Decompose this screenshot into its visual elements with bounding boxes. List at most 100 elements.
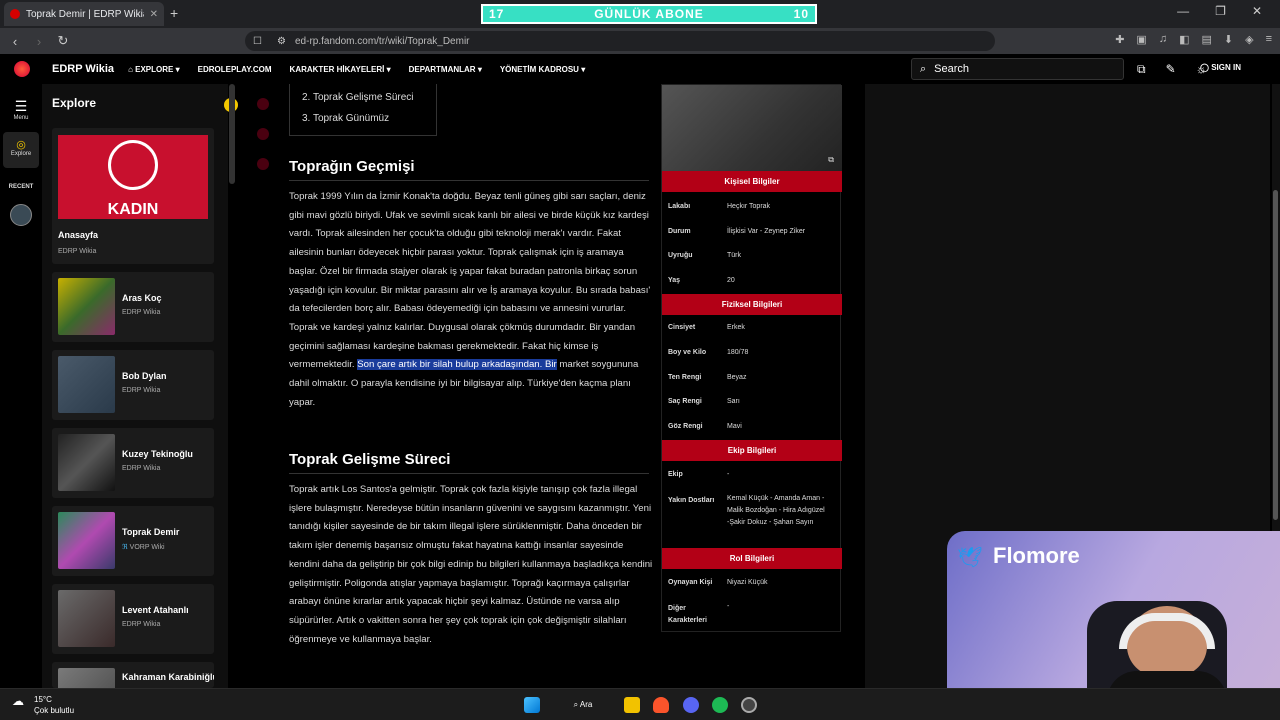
card-name: Kahraman Karabiniğlu (122, 672, 214, 682)
info-label: Diğer Karakterleri (668, 605, 707, 624)
file-explorer-icon[interactable] (624, 697, 640, 713)
forward-icon[interactable]: › (30, 34, 48, 49)
recent-wiki-avatar[interactable] (0, 204, 42, 226)
wallet-icon[interactable]: ▤ (1201, 33, 1211, 46)
thumbnail (58, 512, 115, 569)
list-item[interactable]: Kuzey Tekinoğlu EDRP Wikia (52, 428, 214, 498)
obs-icon[interactable] (741, 697, 757, 713)
compass-icon: ◎ (16, 139, 26, 151)
info-label: Göz Rengi (668, 423, 703, 430)
thumbnail (58, 278, 115, 335)
nav-karakter-hikayeleri[interactable]: KARAKTER HİKAYELERİ ▾ (290, 65, 391, 74)
list-item[interactable]: Toprak Demir ℜ VORP Wiki (52, 506, 214, 576)
divider (289, 473, 649, 474)
twitter-icon: 🕊 (957, 547, 983, 569)
info-value: 20 (727, 277, 735, 284)
weather-widget[interactable]: ☁ 15°C Çok bulutlu (12, 694, 74, 716)
section-physical: Fiziksel Bilgileri (662, 294, 842, 315)
thumbnail (58, 356, 115, 413)
search-input[interactable]: ⌕ Search (911, 58, 1124, 80)
explore-label: Explore (10, 151, 32, 157)
tab-title: Toprak Demir | EDRP Wikia | Fan… (26, 8, 144, 20)
info-label: Durum (668, 228, 691, 235)
list-item[interactable]: Kahraman Karabiniğlu (52, 662, 214, 688)
card-wiki: EDRP Wikia (122, 387, 161, 394)
info-label: Saç Rengi (668, 398, 702, 405)
nav-departmanlar[interactable]: DEPARTMANLAR ▾ (409, 65, 482, 74)
nav-edroleplay[interactable]: EDROLEPLAY.COM (198, 65, 272, 74)
sign-in-button[interactable]: ◯ SIGN IN (1200, 63, 1241, 72)
vpn-icon[interactable]: ◈ (1245, 33, 1253, 46)
site-name[interactable]: EDRP Wikia (52, 63, 114, 75)
sidebar-icon[interactable]: ◧ (1179, 33, 1189, 46)
section-heading-development: Toprak Gelişme Süreci (289, 451, 451, 468)
restore-icon[interactable]: ❐ (1215, 4, 1226, 18)
card-wiki: ℜ VORP Wiki (122, 544, 165, 551)
fandom-logo-icon[interactable] (14, 61, 30, 77)
download-icon[interactable]: ⬇ (1224, 33, 1233, 46)
spotify-icon[interactable] (712, 697, 728, 713)
discussions-icon[interactable]: ⧉ (1137, 62, 1146, 77)
character-image[interactable]: ⧉ (662, 85, 842, 171)
card-name: Levent Atahanlı (122, 605, 189, 615)
thumbnail (58, 590, 115, 647)
search-icon: ⌕ (920, 62, 927, 75)
weather-icon: ☁ (12, 694, 24, 708)
toc-item[interactable]: 2. Toprak Gelişme Süreci (302, 92, 414, 103)
list-item[interactable]: Bob Dylan EDRP Wikia (52, 350, 214, 420)
edit-icon[interactable]: ✎ (1166, 62, 1176, 77)
address-bar[interactable]: ☐ ⚙ ed-rp.fandom.com/tr/wiki/Toprak_Demi… (245, 31, 995, 51)
menu-label: Menu (13, 115, 29, 121)
info-label: Yaş (668, 277, 681, 284)
info-label: Cinsiyet (668, 324, 696, 331)
screenshot-icon[interactable]: ▣ (1136, 33, 1146, 46)
discord-icon[interactable] (683, 697, 699, 713)
section-heading-past: Toprağın Geçmişi (289, 158, 415, 175)
toc-item[interactable]: 3. Toprak Günümüz (302, 113, 389, 124)
taskbar-search[interactable]: ⌕ Ara (561, 696, 605, 714)
close-tab-icon[interactable]: ✕ (150, 9, 158, 20)
back-icon[interactable]: ‹ (6, 34, 24, 49)
list-item[interactable]: Levent Atahanlı EDRP Wikia (52, 584, 214, 654)
info-value: Sarı (727, 398, 740, 405)
brave-browser-icon[interactable] (653, 697, 669, 713)
left-rail: ☰ Menu ◎ Explore RECENT (0, 84, 42, 688)
expand-image-icon[interactable]: ⧉ (828, 155, 834, 165)
section-team: Ekip Bilgileri (662, 440, 842, 461)
explore-button[interactable]: ◎ Explore (3, 132, 39, 168)
info-value: Beyaz (727, 374, 747, 381)
windows-start-icon[interactable] (524, 697, 540, 713)
new-tab-button[interactable]: + (170, 5, 178, 21)
thumbnail (58, 434, 115, 491)
list-item[interactable]: Aras Koç EDRP Wikia (52, 272, 214, 342)
close-window-icon[interactable]: ✕ (1252, 4, 1262, 18)
sub-label: GÜNLÜK ABONE (594, 7, 704, 21)
minimize-icon[interactable]: — (1177, 4, 1189, 18)
thumbnail (58, 668, 115, 688)
music-icon[interactable]: ♫ (1159, 33, 1167, 46)
menu-icon[interactable]: ≡ (1266, 33, 1272, 46)
streamer-name: Flomore (993, 543, 1080, 568)
article-content: 2. Toprak Gelişme Süreci 3. Toprak Günüm… (257, 84, 667, 688)
toc-markers (257, 98, 269, 170)
hero-card[interactable]: KADIN Anasayfa EDRP Wikia (52, 128, 214, 264)
info-label: Ten Rengi (668, 374, 702, 381)
fandom-favicon-icon (10, 9, 20, 19)
nav-yonetim-kadrosu[interactable]: YÖNETİM KADROSU ▾ (500, 65, 585, 74)
info-value: - (727, 471, 730, 478)
info-label: Yakın Dostları (668, 497, 715, 504)
nav-explore[interactable]: ⌂ EXPLORE ▾ (128, 65, 180, 74)
paragraph-past: Toprak 1999 Yılın da İzmir Konak'ta doğd… (289, 191, 651, 408)
info-value: Niyazi Küçük (727, 579, 768, 586)
scrollbar-thumb[interactable] (1273, 190, 1278, 520)
extensions-icon[interactable]: ✚ (1115, 33, 1124, 46)
site-nav: ⌂ EXPLORE ▾ EDROLEPLAY.COM KARAKTER HİKA… (128, 65, 585, 74)
reload-icon[interactable]: ↻ (54, 33, 72, 49)
search-placeholder: Search (934, 63, 970, 75)
menu-button[interactable]: ☰ Menu (0, 98, 42, 121)
paragraph-development: Toprak artık Los Santos'a gelmiştir. Top… (289, 484, 653, 645)
browser-tab[interactable]: Toprak Demir | EDRP Wikia | Fan… ✕ (4, 2, 164, 26)
site-info-icon[interactable]: ⚙ (277, 36, 286, 47)
bookmark-icon[interactable]: ☐ (253, 36, 262, 47)
info-value: Mavi (727, 423, 742, 430)
